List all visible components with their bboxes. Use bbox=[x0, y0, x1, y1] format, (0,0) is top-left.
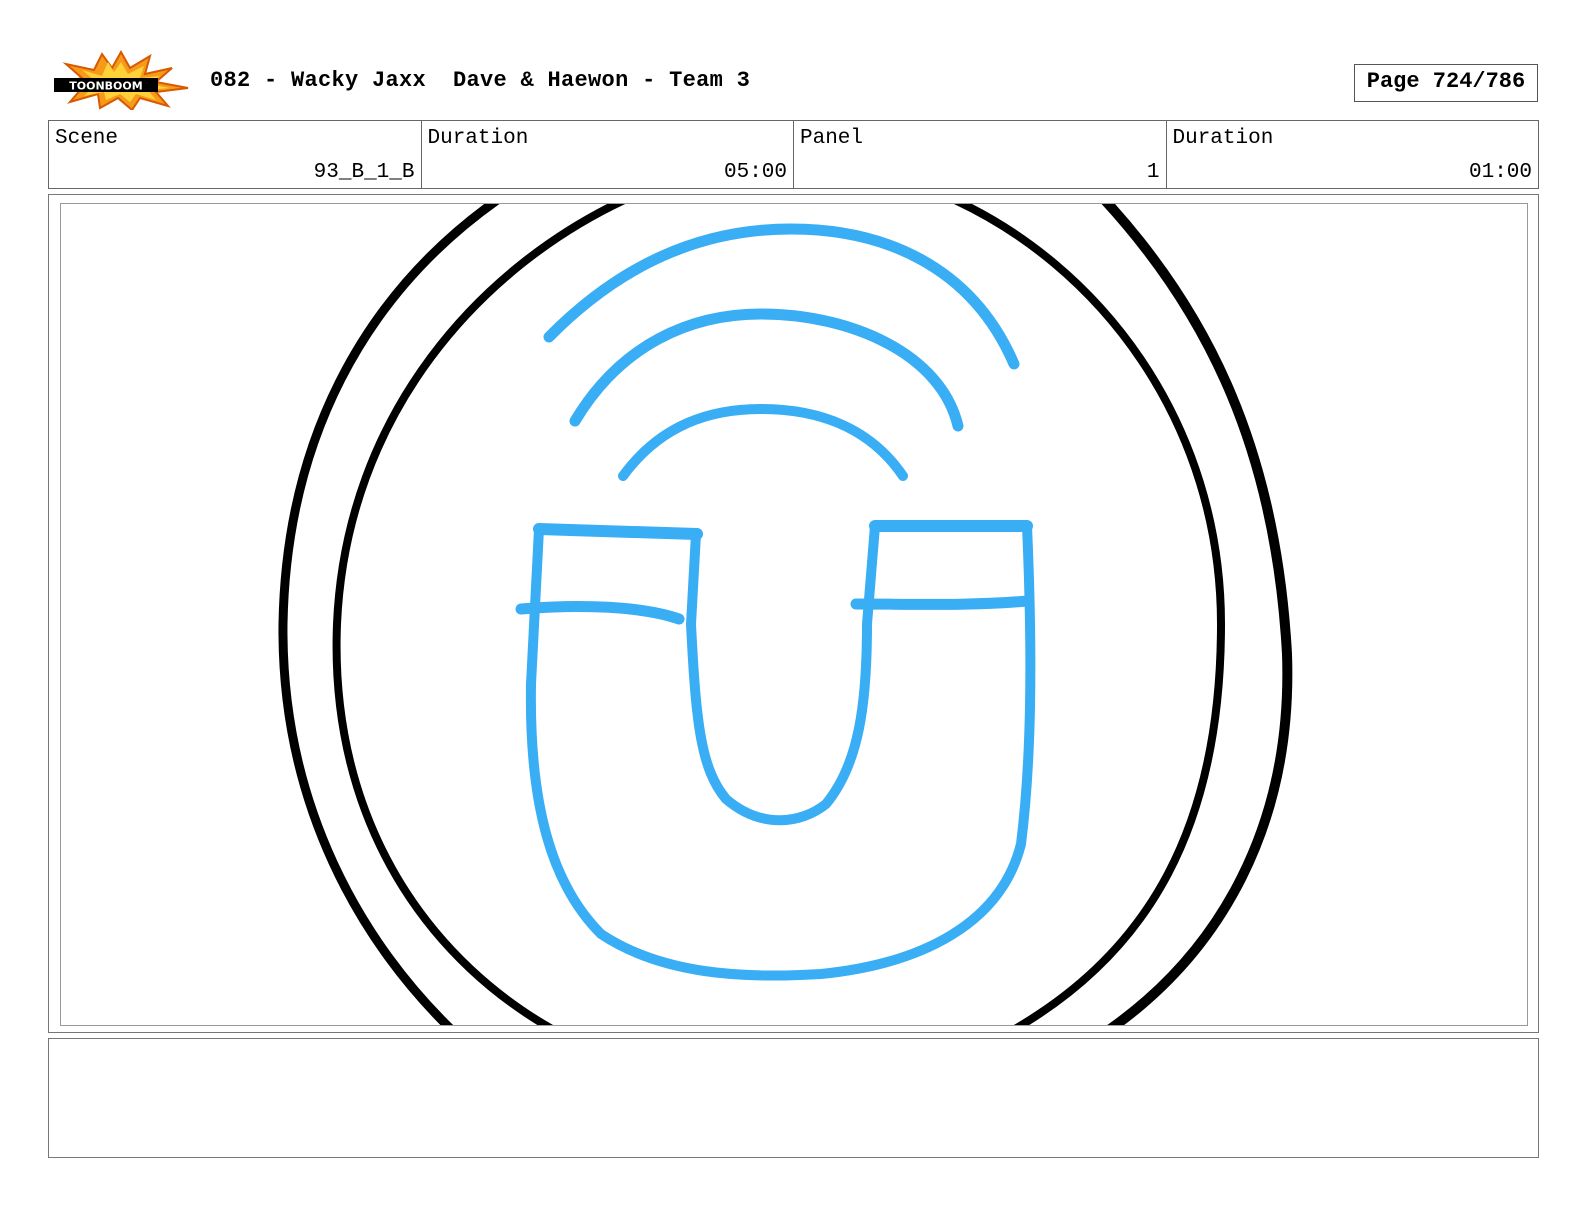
scene-value: 93_B_1_B bbox=[313, 161, 415, 184]
panel-label: Panel bbox=[800, 127, 864, 150]
toonboom-logo: TOONBOOM bbox=[52, 49, 190, 112]
scene-info-table: Scene 93_B_1_B Duration 05:00 Panel 1 Du… bbox=[48, 120, 1539, 189]
scene-cell: Scene 93_B_1_B bbox=[49, 121, 421, 188]
magnet-left-pole-line bbox=[515, 600, 685, 625]
inner-ring-left bbox=[332, 204, 626, 1025]
scene-label: Scene bbox=[55, 127, 119, 150]
motion-arc-bottom bbox=[618, 404, 908, 481]
scene-duration-cell: Duration 05:00 bbox=[420, 121, 794, 188]
magnet-icon bbox=[278, 204, 1293, 1025]
magnet-body bbox=[525, 521, 1036, 981]
document-title: 082 - Wacky Jaxx Dave & Haewon - Team 3 bbox=[210, 68, 751, 93]
outer-ring-right bbox=[1101, 204, 1293, 1025]
outer-ring-left bbox=[278, 204, 500, 1025]
notes-area bbox=[48, 1038, 1539, 1158]
logo-text: TOONBOOM bbox=[69, 80, 142, 93]
magnet-right-pole-line bbox=[850, 595, 1033, 610]
panel-duration-value: 01:00 bbox=[1468, 161, 1532, 184]
panel-value: 1 bbox=[1146, 161, 1160, 184]
scene-duration-value: 05:00 bbox=[723, 161, 787, 184]
panel-cell: Panel 1 bbox=[793, 121, 1166, 188]
panel-duration-cell: Duration 01:00 bbox=[1165, 121, 1539, 188]
page-number: Page 724/786 bbox=[1354, 64, 1538, 102]
magnet-left-pole-top bbox=[533, 523, 703, 540]
panel-duration-label: Duration bbox=[1172, 127, 1274, 150]
scene-duration-label: Duration bbox=[427, 127, 529, 150]
storyboard-panel bbox=[60, 203, 1528, 1026]
motion-arc-top bbox=[543, 223, 1020, 370]
